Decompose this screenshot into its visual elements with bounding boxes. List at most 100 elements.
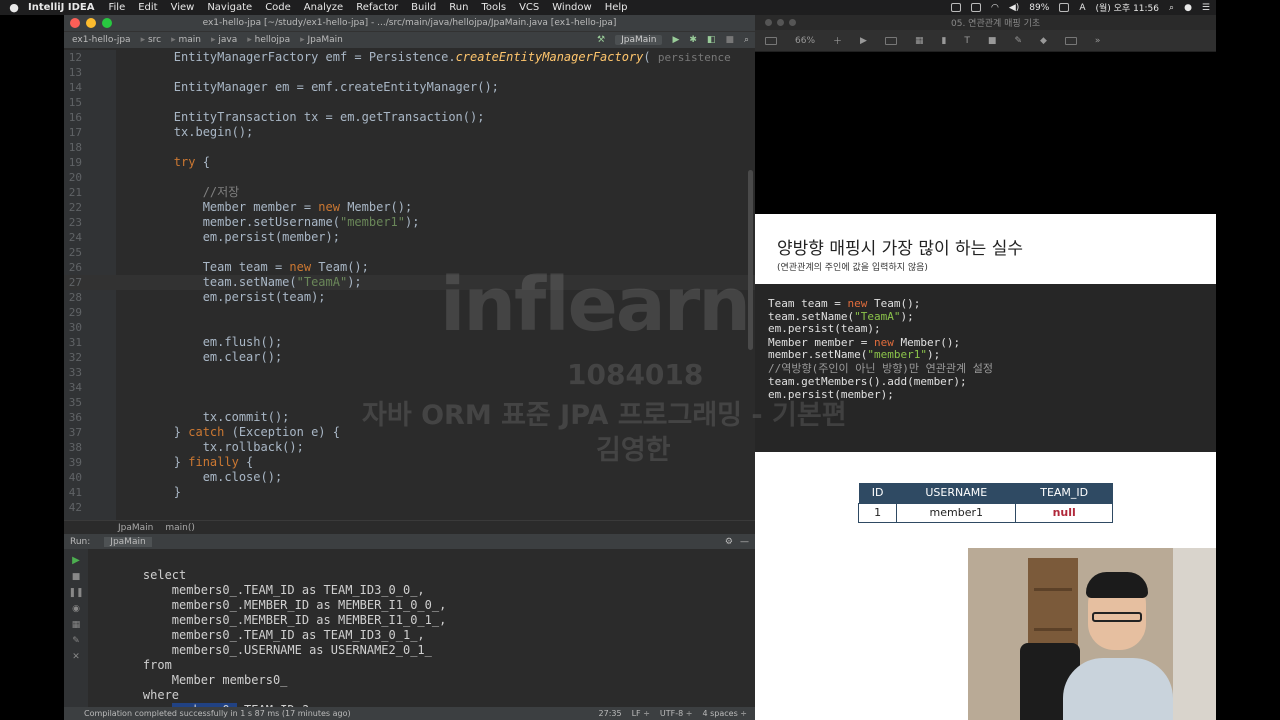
menu-view[interactable]: View [171,2,195,13]
code-text: em.persist(team); [116,290,326,304]
breadcrumb-method-name[interactable]: main() [165,523,195,533]
camera-icon[interactable]: ◉ [72,604,80,614]
menu-window[interactable]: Window [552,2,591,13]
menu-navigate[interactable]: Navigate [207,2,252,13]
menu-extra-icon[interactable] [971,3,981,12]
layout-icon[interactable]: ▦ [72,620,81,630]
menu-tools[interactable]: Tools [481,2,506,13]
code-line[interactable]: 15 [64,95,755,110]
close-window-button[interactable] [765,19,772,26]
rerun-icon[interactable]: ▶ [72,555,80,566]
menu-refactor[interactable]: Refactor [356,2,398,13]
settings-gear-icon[interactable]: ⚙ [725,537,733,547]
indent-setting[interactable]: 4 spaces ÷ [702,709,747,718]
breadcrumb-package[interactable]: hellojpa [247,35,290,45]
code-line[interactable]: 42 [64,500,755,515]
breadcrumb-main[interactable]: main [171,35,202,45]
code-line[interactable]: 12 EntityManagerFactory emf = Persistenc… [64,50,755,65]
code-line[interactable]: 13 [64,65,755,80]
debug-icon[interactable]: ✱ [689,35,697,45]
console-line: members0_.TEAM_ID as TEAM_ID3_0_0_, [114,583,425,597]
menu-edit[interactable]: Edit [138,2,157,13]
code-text: em.clear(); [116,350,283,364]
code-line[interactable]: 41 } [64,485,755,500]
code-line[interactable]: 40 em.close(); [64,470,755,485]
zoom-select[interactable]: 66% [795,36,815,46]
chart-icon[interactable]: ▮ [941,36,946,46]
pause-icon[interactable]: ❚❚ [68,588,83,598]
stop-icon[interactable]: ■ [725,35,734,45]
input-source-icon[interactable]: A [1079,3,1085,13]
close-icon[interactable]: ✕ [72,652,80,662]
code-line[interactable]: 19 try { [64,155,755,170]
code-line[interactable]: 22 Member member = new Member(); [64,200,755,215]
volume-icon[interactable]: ◀) [1009,3,1019,13]
code-line[interactable]: 25 [64,245,755,260]
code-line[interactable]: 21 //저장 [64,185,755,200]
minimize-window-button[interactable] [777,19,784,26]
coverage-icon[interactable]: ◧ [707,35,716,45]
keynote-live-icon[interactable] [884,36,897,45]
line-separator[interactable]: LF ÷ [632,709,650,718]
search-icon[interactable]: ⌕ [1169,3,1174,13]
code-line[interactable]: 18 [64,140,755,155]
build-icon[interactable]: ⚒ [597,35,605,45]
line-number: 16 [68,111,82,124]
breadcrumb-java[interactable]: java [211,35,237,45]
run-console[interactable]: ▶ ■ ❚❚ ◉ ▦ ✎ ✕ select members0_.TEAM_ID … [64,549,755,707]
code-line[interactable]: 23 member.setUsername("member1"); [64,215,755,230]
table-icon[interactable]: ▦ [915,36,924,46]
stop-icon[interactable]: ■ [72,572,81,582]
breadcrumb-class[interactable]: JpaMain [300,35,343,45]
run-tab[interactable]: JpaMain [104,536,152,547]
line-number: 35 [68,396,82,409]
breadcrumb-src[interactable]: src [141,35,161,45]
wifi-icon[interactable]: ◠ [991,3,999,13]
clock[interactable]: (월) 오후 11:56 [1095,1,1159,14]
text-icon[interactable]: T [964,36,970,46]
notification-center-icon[interactable]: ☰ [1202,3,1210,13]
battery-icon[interactable] [1059,3,1070,12]
view-icon[interactable] [765,36,777,45]
run-icon[interactable]: ▶ [672,35,679,45]
hide-panel-icon[interactable]: — [740,537,749,547]
run-config-select[interactable]: JpaMain [615,35,663,45]
play-icon[interactable]: ▶ [860,36,867,46]
code-line[interactable]: 17 tx.begin(); [64,125,755,140]
menu-build[interactable]: Build [411,2,436,13]
code-line[interactable]: 14 EntityManager em = emf.createEntityMa… [64,80,755,95]
apple-menu-icon[interactable]: ● [0,1,28,14]
watermark-name: 김영한 [596,435,671,466]
media-icon[interactable]: ✎ [1014,36,1022,46]
app-menu[interactable]: IntelliJ IDEA [28,2,94,13]
add-slide-icon[interactable]: ＋ [833,34,842,47]
table-header-team-id: TEAM_ID [1015,483,1113,503]
menu-run[interactable]: Run [449,2,468,13]
shape-icon[interactable]: ■ [988,36,997,46]
menu-code[interactable]: Code [265,2,291,13]
code-line[interactable]: 16 EntityTransaction tx = em.getTransact… [64,110,755,125]
menu-help[interactable]: Help [605,2,628,13]
line-number: 40 [68,471,82,484]
pin-icon[interactable]: ✎ [72,636,80,646]
menu-extra-icon[interactable] [951,3,961,12]
menu-vcs[interactable]: VCS [519,2,539,13]
more-icon[interactable]: » [1095,36,1101,46]
menu-file[interactable]: File [108,2,125,13]
search-everywhere-icon[interactable]: ⌕ [744,35,749,45]
file-encoding[interactable]: UTF-8 ÷ [660,709,693,718]
battery-percent[interactable]: 89% [1029,3,1049,13]
table-row: 1 member1 null [857,502,1113,523]
user-avatar-icon[interactable]: ● [1184,3,1192,13]
zoom-window-button[interactable] [789,19,796,26]
code-line[interactable]: 24 em.persist(member); [64,230,755,245]
caret-position[interactable]: 27:35 [599,709,622,718]
comment-icon[interactable]: ◆ [1040,36,1047,46]
breadcrumb-project[interactable]: ex1-hello-jpa [72,35,131,45]
menu-analyze[interactable]: Analyze [304,2,343,13]
code-line[interactable]: 20 [64,170,755,185]
presenter-body [1063,658,1173,720]
breadcrumb-class-name[interactable]: JpaMain [118,523,153,533]
table-header-id: ID [858,483,897,503]
format-icon[interactable] [1064,36,1077,45]
